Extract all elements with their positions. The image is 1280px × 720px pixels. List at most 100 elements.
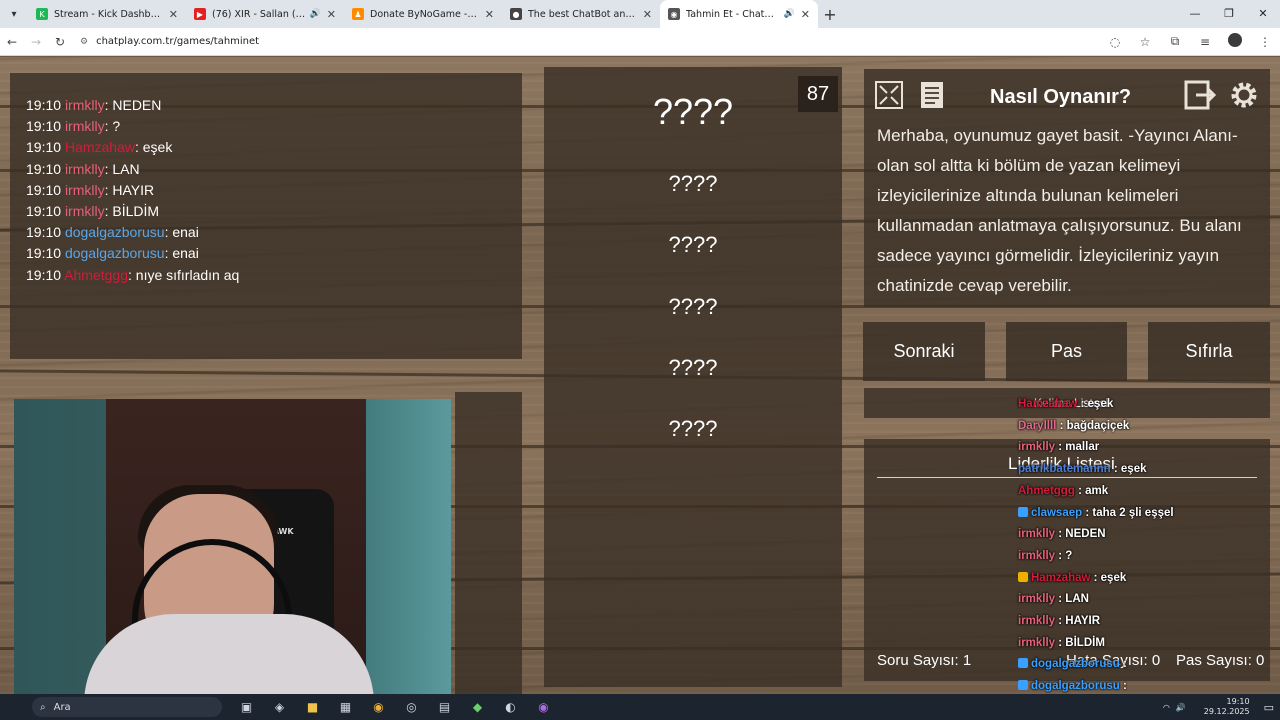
tab-close-icon[interactable]: ✕ [327,8,336,21]
browser-tab[interactable]: ● The best ChatBot and Widgets ✕ [502,0,660,28]
app-icon[interactable]: ◎ [395,700,428,714]
file-explorer-icon[interactable]: ■ [296,700,329,714]
chrome-icon[interactable]: ◉ [362,700,395,714]
overlay-chat-message: irmklly : HAYIR [1018,615,1100,627]
app-icon[interactable]: ◆ [461,700,494,714]
close-window-icon[interactable]: ✕ [1246,0,1280,28]
document-icon[interactable] [915,78,949,112]
overlay-chat-text: : [1123,680,1127,693]
notification-icon[interactable]: ▭ [1264,701,1274,714]
browser-tab[interactable]: ▶ (76) XIR - Sallan (Official Vi 🔊 ✕ [186,0,344,28]
chat-message: 19:10 irmklly: NEDEN [26,97,162,113]
tab-close-icon[interactable]: ✕ [485,8,494,21]
overlay-chat-message: irmklly : ? [1018,550,1072,562]
webcam-feed: HAWK [14,399,451,695]
media-control-icon[interactable]: ≡ [1190,35,1220,49]
tab-favicon-icon: ● [510,8,522,20]
taskbar-apps: ▣ ◈ ■ ▦ ◉ ◎ ▤ ◆ ◐ ◉ [230,700,560,714]
extensions-icon[interactable]: ⧉ [1160,34,1190,49]
overlay-chat-text: : taha 2 şli eşşel [1085,506,1174,519]
pass-button[interactable]: Pas [1006,322,1127,381]
search-icon: ⌕ [40,701,46,713]
settings-gear-icon[interactable] [1227,78,1261,112]
overlay-chat-message: patrikbatemannn : eşek [1018,463,1146,475]
clock-time: 19:10 [1226,697,1250,706]
overlay-chat-username: clawsaep [1031,506,1083,519]
overlay-chat-text: : LAN [1058,593,1089,606]
overlay-chat-message: irmklly : BİLDİM [1018,637,1105,649]
tab-audio-icon[interactable]: 🔊 [784,9,795,19]
overlay-chat-username: irmklly [1018,615,1056,627]
fullscreen-icon[interactable] [872,78,906,112]
app-icon[interactable]: ◉ [527,700,560,714]
chat-time: 19:10 [26,181,62,198]
chat-username: irmklly [64,160,105,177]
reset-button[interactable]: Sıfırla [1148,322,1270,381]
site-info-icon[interactable]: ⚙ [80,37,88,47]
epic-games-icon[interactable]: ▤ [428,700,461,714]
clock[interactable]: 19:10 29.12.2025 [1204,697,1250,717]
overlay-chat-text: : eşek [1113,463,1147,476]
chat-time: 19:10 [26,245,62,262]
taskbar-search[interactable]: ⌕ Ara [32,697,222,717]
exit-icon[interactable] [1183,78,1217,112]
chat-time: 19:10 [26,97,62,113]
app-icon[interactable]: ◐ [494,700,527,714]
leaderboard-divider [877,477,1257,478]
chat-time: 19:10 [26,139,62,156]
tab-audio-icon[interactable]: 🔊 [310,9,321,19]
chat-text: enai [172,245,199,262]
overlay-chat-username: Ahmetggg [1018,484,1075,497]
tab-title: The best ChatBot and Widgets [528,8,637,20]
chat-text: enai [172,224,199,241]
chat-text: HAYIR [112,181,155,198]
restore-icon[interactable]: ❐ [1212,0,1246,28]
chat-badge-icon [1018,506,1028,517]
overlay-chat-text: : mallar [1058,441,1100,454]
webcam-body [84,614,374,695]
browser-tab[interactable]: ♟ Donate ByNoGame - Gelen/Gid ✕ [344,0,502,28]
volume-icon[interactable]: 🔊 [1176,703,1186,712]
how-to-play-title: Nasıl Oynanır? [990,86,1132,108]
streamer-area-panel [455,392,522,694]
next-button[interactable]: Sonraki [863,322,985,381]
overlay-chat-message: Ahmetggg : amk [1018,485,1108,497]
browser-tab[interactable]: K Stream - Kick Dashboard ✕ [28,0,186,28]
url-field[interactable]: ⚙ chatplay.com.tr/games/tahminet [80,31,1100,53]
tab-search-icon[interactable]: ▾ [0,0,28,28]
minimize-icon[interactable]: — [1178,0,1212,28]
tab-close-icon[interactable]: ✕ [801,8,810,21]
url-text: chatplay.com.tr/games/tahminet [96,36,260,47]
chat-badge-icon [1018,680,1028,691]
tab-close-icon[interactable]: ✕ [169,8,178,21]
wifi-icon[interactable]: ◠ [1163,703,1170,712]
chat-message: 19:10 irmklly: BİLDİM [26,203,160,220]
tab-close-icon[interactable]: ✕ [643,8,652,21]
reload-icon[interactable]: ↻ [48,35,72,49]
chat-badge-icon [1018,571,1028,582]
steam-icon[interactable]: ◈ [263,700,296,714]
menu-icon[interactable]: ⋮ [1250,35,1280,49]
overlay-chat-username: dogalgazborusu [1031,680,1120,693]
overlay-chat-text: : ? [1058,549,1073,562]
overlay-chat-username: irmklly [1018,528,1056,541]
overlay-chat-username: irmklly [1018,549,1056,562]
overlay-chat-message: irmklly : NEDEN [1018,528,1106,540]
chat-username: Ahmetggg [64,266,128,283]
forward-icon[interactable]: → [24,35,48,49]
pass-count: Pas Sayısı: 0 [1176,652,1265,669]
browser-tab[interactable]: ◉ Tahmin Et - ChatPlay 🔊 ✕ [660,0,818,28]
window-controls: — ❐ ✕ [1178,0,1280,28]
chat-username: irmklly [64,97,105,113]
bookmark-star-icon[interactable]: ☆ [1130,35,1160,49]
store-icon[interactable]: ▦ [329,700,362,714]
overlay-chat-text: : amk [1078,484,1109,497]
chat-message: 19:10 irmklly: LAN [26,160,140,177]
new-tab-button[interactable]: + [818,5,842,24]
how-to-play-text: Merhaba, oyunumuz gayet basit. -Yayıncı … [877,126,1242,295]
back-icon[interactable]: ← [0,35,24,49]
profile-avatar[interactable] [1220,33,1250,50]
eye-off-icon[interactable]: ◌ [1100,35,1130,49]
chat-text: ? [112,118,121,135]
task-view-icon[interactable]: ▣ [230,700,263,714]
